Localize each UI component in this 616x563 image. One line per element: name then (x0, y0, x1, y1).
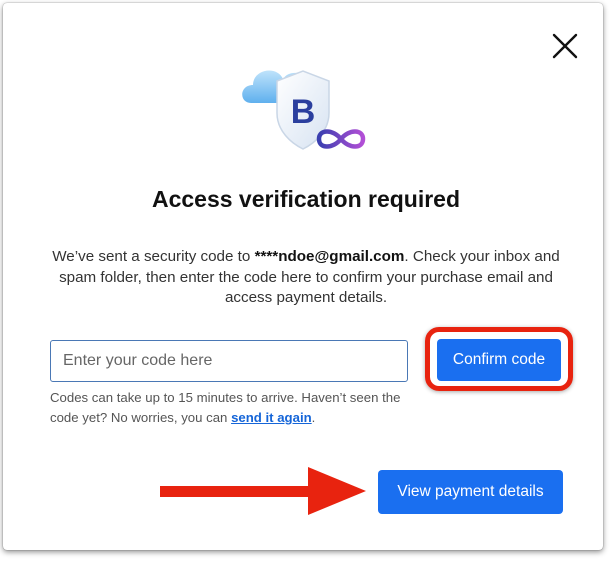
arrow-right-icon (160, 467, 366, 515)
hint-suffix: . (311, 410, 316, 425)
dialog-description: We’ve sent a security code to ****ndoe@g… (43, 247, 569, 309)
send-again-link[interactable]: send it again (231, 410, 312, 425)
close-button[interactable] (548, 29, 582, 63)
close-icon (552, 33, 578, 59)
verification-dialog: B Access verification required We’ve sen… (3, 3, 603, 550)
verification-code-input[interactable] (50, 340, 408, 382)
confirm-code-button[interactable]: Confirm code (437, 339, 561, 381)
description-prefix: We’ve sent a security code to (52, 248, 255, 265)
svg-text:B: B (291, 93, 316, 131)
masked-email: ****ndoe@gmail.com (254, 248, 405, 265)
cloud-shield-logo-icon: B (237, 55, 377, 155)
dialog-title: Access verification required (151, 186, 461, 212)
code-hint: Codes can take up to 15 minutes to arriv… (50, 388, 430, 428)
view-payment-details-button[interactable]: View payment details (378, 470, 563, 514)
hint-text: Codes can take up to 15 minutes to arriv… (50, 390, 401, 425)
